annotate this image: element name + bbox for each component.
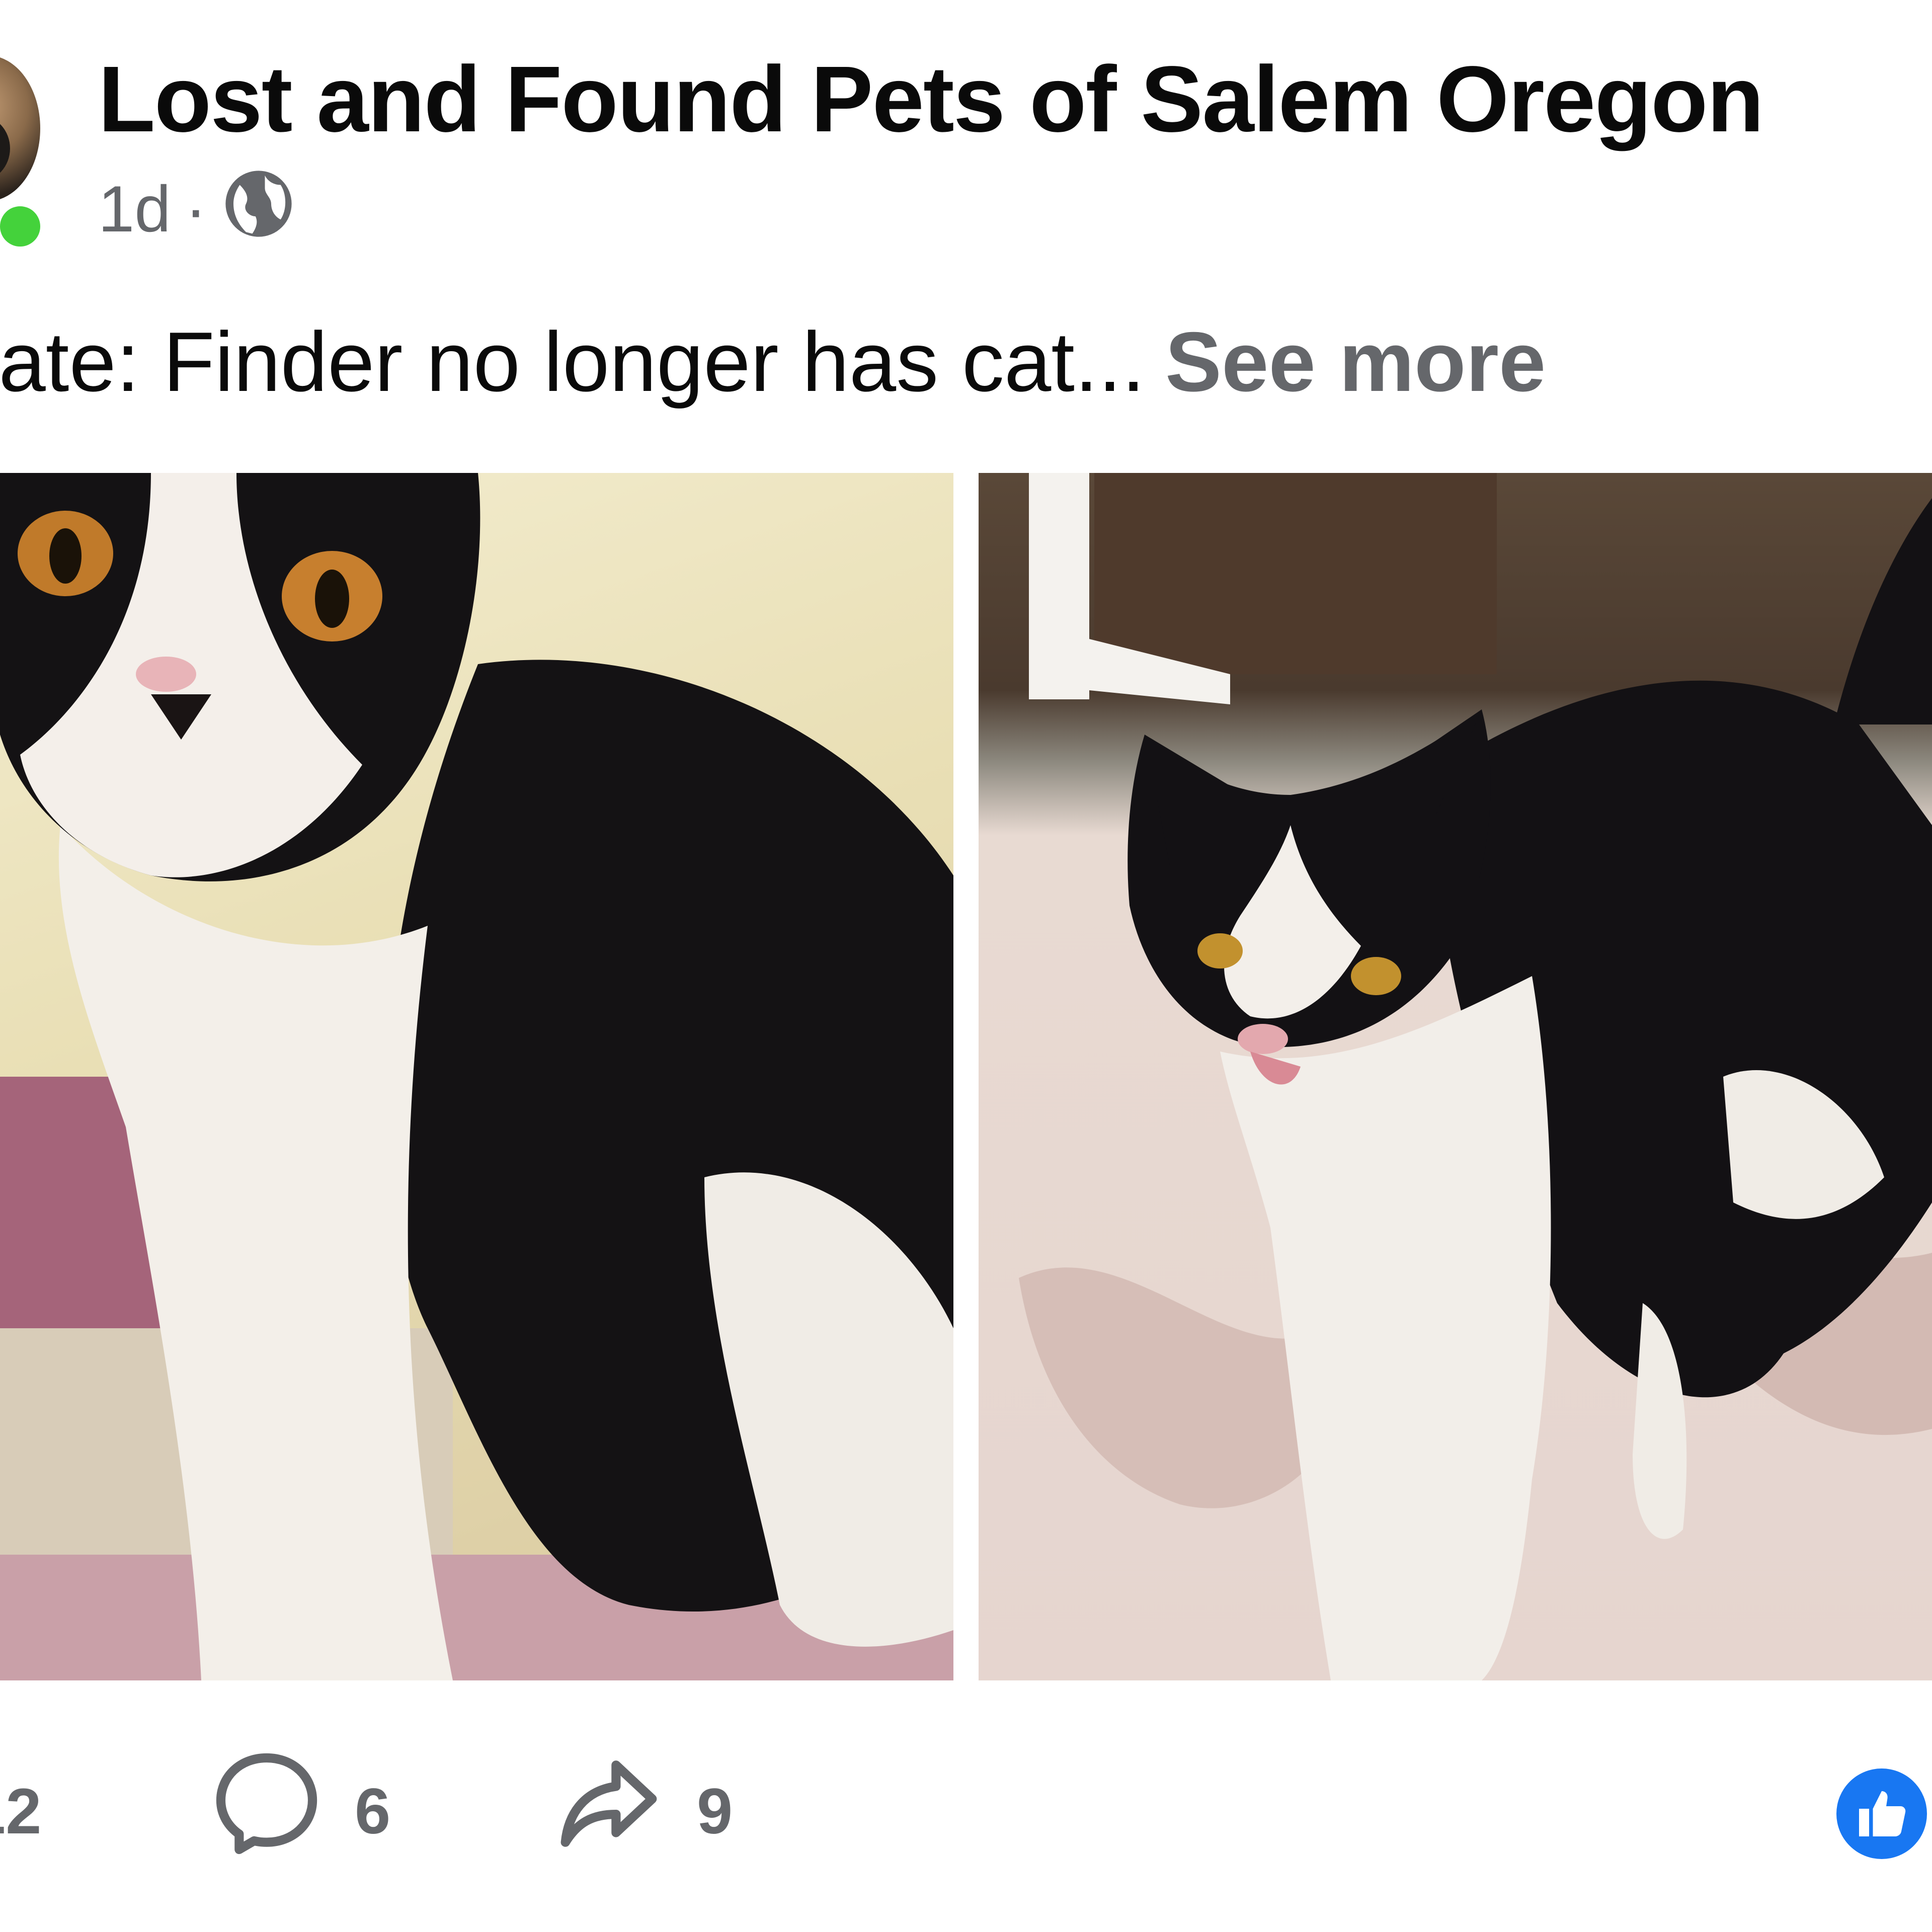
- group-avatar[interactable]: [0, 55, 40, 201]
- like-count: 12: [0, 1775, 42, 1847]
- cat-photo-illustration-1: [0, 473, 953, 1680]
- comment-count: 6: [355, 1775, 391, 1847]
- share-count: 9: [697, 1775, 733, 1847]
- post-timestamp[interactable]: 1d: [98, 176, 171, 242]
- post-body: late: Finder no longer has cat...: [0, 314, 1145, 409]
- online-status-indicator: [0, 201, 45, 252]
- share-arrow-icon: [551, 1746, 697, 1877]
- like-count-button[interactable]: 12: [0, 1751, 41, 1872]
- meta-separator: ·: [185, 172, 207, 246]
- group-name-link[interactable]: Lost and Found Pets of Salem Oregon: [98, 53, 1764, 146]
- comment-bubble-icon: [209, 1746, 355, 1877]
- group-post: Lost and Found Pets of Salem Oregon 1d ·…: [0, 0, 1932, 1932]
- globe-icon: [221, 166, 296, 252]
- photo-cat-2[interactable]: [979, 473, 1932, 1680]
- thumbs-up-glyph: [1859, 1791, 1906, 1836]
- thumbs-up-icon[interactable]: [1836, 1768, 1927, 1859]
- cat-photo-illustration-2: [1019, 473, 1932, 1680]
- see-more-link[interactable]: See more: [1165, 314, 1546, 409]
- comment-button[interactable]: 6: [209, 1751, 390, 1872]
- post-meta: 1d ·: [98, 171, 296, 246]
- avatar-image: [0, 116, 10, 181]
- share-button[interactable]: 9: [551, 1751, 733, 1872]
- post-action-bar: 12 6 9: [0, 1751, 1932, 1872]
- post-text: late: Finder no longer has cat... See mor…: [0, 319, 1546, 404]
- photo-cat-1[interactable]: [0, 473, 953, 1680]
